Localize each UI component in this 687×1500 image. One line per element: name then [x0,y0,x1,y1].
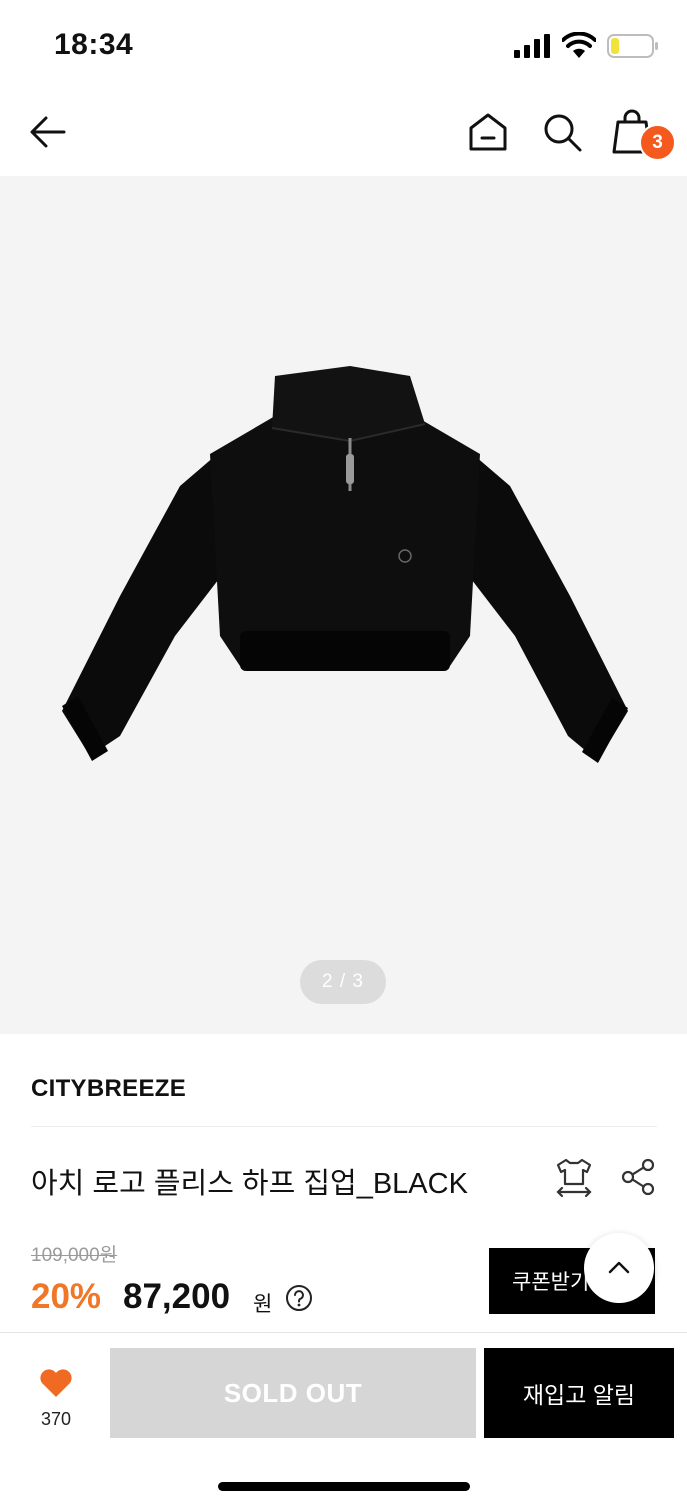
status-bar: 18:34 [0,0,687,90]
chevron-up-icon [608,1261,630,1274]
sold-out-button: SOLD OUT [110,1348,476,1438]
back-arrow-icon[interactable] [26,110,70,154]
bottom-bar-divider [0,1332,687,1333]
battery-icon [607,34,658,58]
like-count: 370 [40,1409,72,1429]
home-icon[interactable] [466,110,510,154]
image-pager: 2 / 3 [300,960,386,1004]
product-image [62,366,628,763]
sale-price: 87,200 [123,1277,231,1316]
wifi-icon [562,32,596,58]
search-icon[interactable] [540,110,584,154]
top-nav [0,92,687,176]
restock-alert-button[interactable]: 재입고 알림 [484,1348,674,1438]
product-image-gallery[interactable]: 2 / 3 [0,176,687,1034]
brand-name[interactable]: CITYBREEZE [31,1075,186,1103]
share-icon[interactable] [620,1158,656,1196]
question-icon[interactable] [285,1284,313,1312]
scroll-top-button[interactable] [584,1233,654,1303]
cellular-signal-icon [514,34,550,58]
heart-icon [40,1369,72,1397]
original-price: 109,000원 [31,1245,118,1266]
divider [31,1126,657,1127]
product-title: 아치 로고 플리스 하프 집업_BLACK [31,1168,468,1200]
size-guide-icon[interactable] [554,1156,594,1198]
cart-count-badge: 3 [639,124,676,161]
like-button[interactable]: 370 [24,1365,88,1435]
currency-unit: 원 [253,1293,273,1316]
status-time: 18:34 [54,28,134,61]
home-indicator [218,1482,470,1491]
discount-rate: 20% [31,1277,102,1316]
